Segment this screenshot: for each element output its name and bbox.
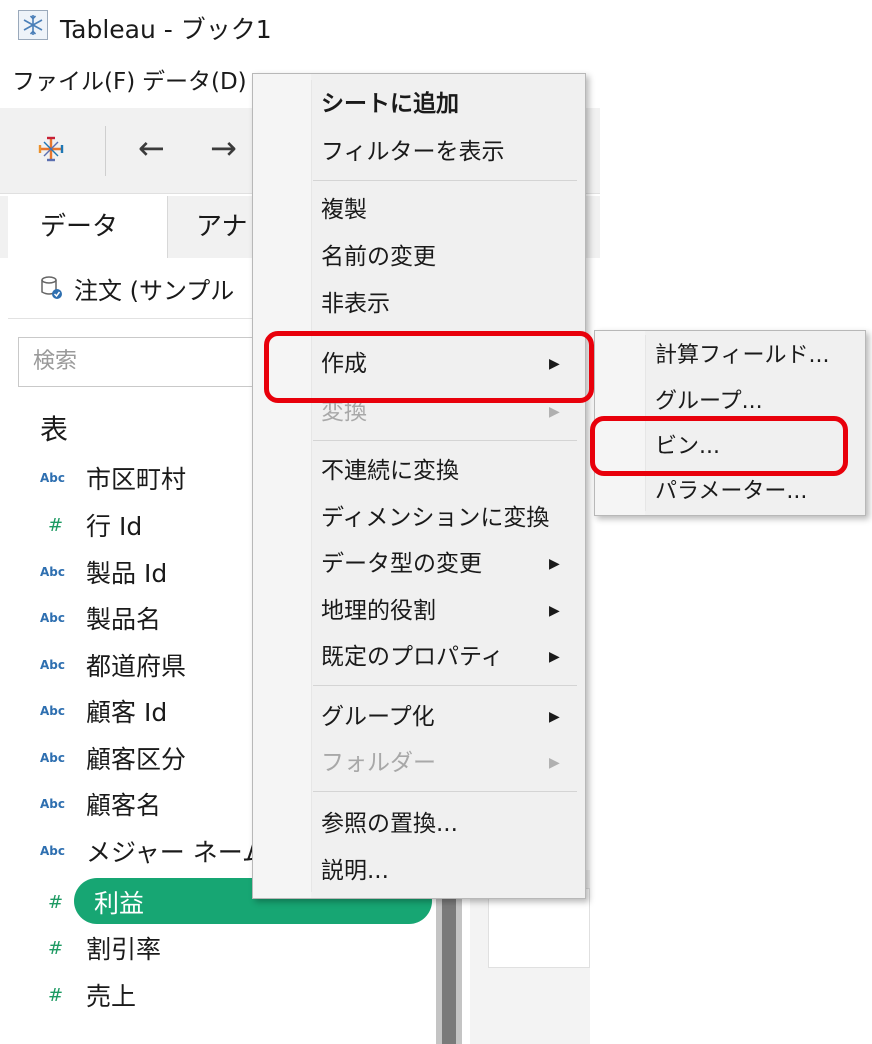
field-item[interactable]: Abc 顧客 Id <box>40 691 167 731</box>
menu-item-replace-references[interactable]: 参照の置換... <box>321 808 458 840</box>
menu-gutter-line <box>311 80 312 892</box>
field-name: 都道府県 <box>86 652 187 681</box>
highlight-bins <box>590 416 848 476</box>
menu-item-rename[interactable]: 名前の変更 <box>321 241 436 273</box>
submenu-item-group[interactable]: グループ... <box>655 387 763 417</box>
string-type-icon: Abc <box>40 797 65 811</box>
field-item[interactable]: # 売上 <box>40 975 136 1015</box>
string-type-icon: Abc <box>40 751 65 765</box>
submenu-item-calculated-field[interactable]: 計算フィールド... <box>655 341 830 371</box>
field-name: 行 Id <box>86 512 143 541</box>
submenu-arrow-icon: ▶ <box>549 709 560 725</box>
field-item[interactable]: Abc メジャー ネーム <box>40 831 267 871</box>
string-type-icon: Abc <box>40 471 65 485</box>
menu-separator <box>313 685 577 686</box>
database-icon <box>40 275 64 301</box>
submenu-arrow-icon: ▶ <box>549 603 560 619</box>
menu-separator <box>313 791 577 792</box>
field-item-selected[interactable]: # 利益 <box>40 878 432 924</box>
field-name: 顧客 Id <box>86 698 168 727</box>
submenu-arrow-icon: ▶ <box>549 649 560 665</box>
field-item[interactable]: Abc 顧客名 <box>40 784 161 824</box>
highlight-create <box>264 331 594 403</box>
window-title: Tableau - ブック1 <box>60 15 272 44</box>
menu-item-describe[interactable]: 説明... <box>321 855 389 887</box>
section-label: 表 <box>40 413 69 446</box>
submenu-arrow-icon: ▶ <box>549 556 560 572</box>
field-item[interactable]: # 行 Id <box>40 505 142 545</box>
menu-item-geographic-role[interactable]: 地理的役割 <box>321 595 436 627</box>
string-type-icon: Abc <box>40 565 65 579</box>
field-item[interactable]: Abc 市区町村 <box>40 458 186 498</box>
forward-arrow-icon[interactable]: → <box>210 126 237 170</box>
menu-item-show-filter[interactable]: フィルターを表示 <box>321 136 505 168</box>
string-type-icon: Abc <box>40 844 65 858</box>
snowflake-icon <box>18 10 48 40</box>
menu-separator <box>313 440 577 441</box>
menu-item-folder: フォルダー <box>321 750 436 776</box>
menu-item-default-properties[interactable]: 既定のプロパティ <box>321 641 504 673</box>
number-type-icon: # <box>48 937 64 959</box>
menu-item-convert-discrete[interactable]: 不連続に変換 <box>321 455 459 487</box>
menu-item-add-to-sheet[interactable]: シートに追加 <box>321 88 459 120</box>
submenu-arrow-icon: ▶ <box>549 755 560 771</box>
field-name: 割引率 <box>86 935 162 964</box>
field-item[interactable]: # 割引率 <box>40 928 161 968</box>
number-type-icon: # <box>48 984 64 1006</box>
field-item[interactable]: Abc 都道府県 <box>40 645 186 685</box>
menu-separator <box>313 180 577 181</box>
search-input[interactable]: 検索 <box>18 337 268 387</box>
field-name: 顧客区分 <box>86 745 187 774</box>
field-name: 利益 <box>94 889 145 918</box>
data-source-label: 注文 (サンプル <box>74 276 235 305</box>
field-name: メジャー ネーム <box>86 838 267 867</box>
number-type-icon: # <box>48 514 64 536</box>
field-item[interactable]: Abc 製品 Id <box>40 552 167 592</box>
string-type-icon: Abc <box>40 704 65 718</box>
menu-item-group-by[interactable]: グループ化 <box>321 701 435 733</box>
field-name: 売上 <box>86 982 137 1011</box>
menu-gutter <box>253 74 311 898</box>
menu-data[interactable]: データ(D) <box>142 62 247 102</box>
field-context-menu: シートに追加 フィルターを表示 複製 名前の変更 非表示 作成 ▶ 変換 ▶ 不… <box>252 73 586 899</box>
canvas-panel <box>488 888 590 968</box>
menu-item-hide[interactable]: 非表示 <box>321 288 390 320</box>
menu-item-duplicate[interactable]: 複製 <box>321 194 367 226</box>
field-name: 製品名 <box>86 605 162 634</box>
field-item[interactable]: Abc 製品名 <box>40 598 161 638</box>
tab-data[interactable]: データ <box>8 196 168 258</box>
submenu-item-parameter[interactable]: パラメーター... <box>655 477 807 507</box>
field-item[interactable]: Abc 顧客区分 <box>40 738 186 778</box>
title-bar: Tableau - ブック1 <box>0 0 872 52</box>
field-name: 市区町村 <box>86 465 187 494</box>
tableau-logo-icon[interactable] <box>36 134 66 164</box>
string-type-icon: Abc <box>40 658 65 672</box>
field-name: 製品 Id <box>86 559 168 588</box>
back-arrow-icon[interactable]: ← <box>138 126 165 170</box>
string-type-icon: Abc <box>40 611 65 625</box>
toolbar-separator <box>105 126 106 176</box>
menu-item-convert-dimension[interactable]: ディメンションに変換 <box>321 502 549 534</box>
data-source[interactable]: 注文 (サンプル <box>40 268 234 308</box>
field-name: 顧客名 <box>86 791 162 820</box>
menu-item-change-data-type[interactable]: データ型の変更 <box>321 548 482 580</box>
menu-file[interactable]: ファイル(F) <box>12 62 135 102</box>
